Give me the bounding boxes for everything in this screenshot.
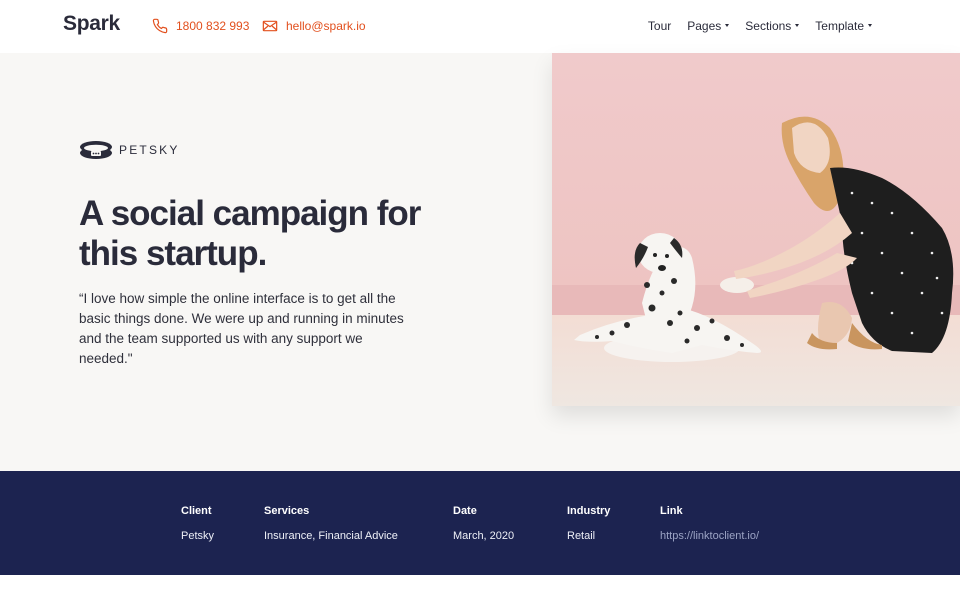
detail-label: Link (660, 505, 683, 517)
nav-pages-label: Pages (687, 19, 722, 33)
detail-link: Link https://linktoclient.io/ (660, 505, 759, 542)
client-logo: PETSKY (79, 139, 180, 161)
nav-tour-label: Tour (647, 19, 672, 33)
detail-services: Services Insurance, Financial Advice (264, 505, 398, 542)
nav-tour[interactable]: Tour (648, 19, 671, 33)
phone-number: 1800 832 993 (176, 19, 250, 33)
email-address: hello@spark.io (286, 19, 366, 33)
detail-label: Client (181, 505, 212, 517)
nav-sections[interactable]: Sections (745, 19, 800, 33)
collar-logo-icon (79, 139, 113, 161)
caret-down-icon (725, 23, 730, 27)
detail-value: March, 2020 (453, 530, 515, 542)
project-details: Client Petsky Services Insurance, Financ… (0, 471, 960, 575)
detail-date: Date March, 2020 (453, 505, 514, 542)
detail-value: Insurance, Financial Advice (264, 530, 398, 542)
detail-industry: Industry Retail (567, 505, 610, 542)
site-header: Spark 1800 832 993 hello@spark.io Tour P… (0, 0, 960, 53)
detail-label: Industry (567, 505, 611, 517)
hero-photo (552, 53, 960, 406)
nav-template-label: Template (815, 19, 864, 33)
phone-link[interactable]: 1800 832 993 (152, 18, 249, 34)
detail-client: Client Petsky (181, 505, 214, 542)
mail-icon (262, 18, 278, 34)
main-nav: Tour Pages Sections Template (648, 19, 872, 33)
caret-down-icon (795, 23, 800, 27)
page-title: A social campaign for this startup. (79, 194, 421, 273)
email-link[interactable]: hello@spark.io (262, 18, 366, 34)
client-website-link[interactable]: https://linktoclient.io/ (660, 530, 759, 542)
client-logo-text: PETSKY (119, 143, 180, 157)
nav-pages[interactable]: Pages (687, 19, 730, 33)
nav-template[interactable]: Template (815, 19, 872, 33)
caret-down-icon (868, 23, 872, 27)
detail-label: Date (453, 505, 477, 517)
testimonial-quote: “I love how simple the online interface … (79, 291, 404, 366)
detail-label: Services (264, 505, 310, 517)
detail-value: Petsky (181, 530, 215, 542)
hero-section: PETSKY A social campaign for this startu… (0, 53, 960, 471)
nav-sections-label: Sections (745, 19, 792, 33)
detail-value: Retail (567, 530, 596, 542)
brand-logo[interactable]: Spark (63, 12, 120, 36)
phone-icon (152, 18, 168, 34)
